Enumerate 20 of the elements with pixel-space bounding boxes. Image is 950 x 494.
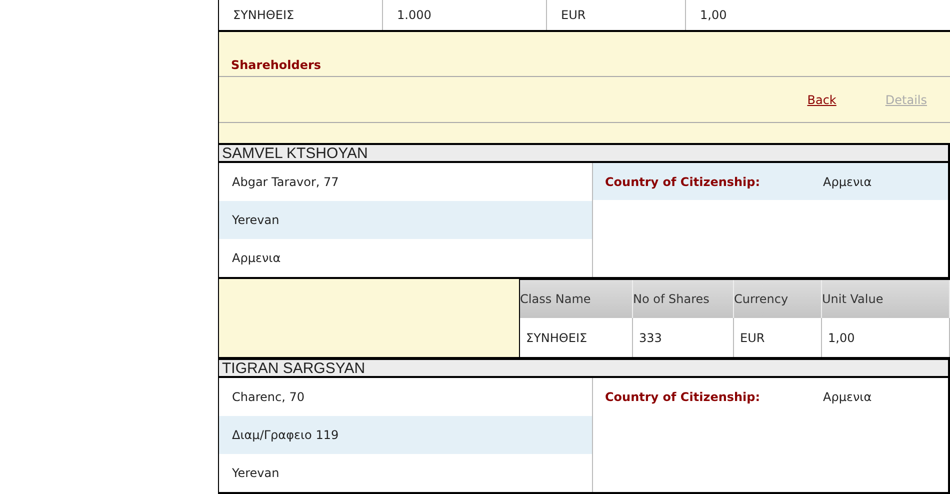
citizenship-value: Αρμενια [823, 174, 872, 188]
table-cell: 1,00 [822, 318, 950, 357]
shareholder-name: SAMVEL KTSHOYAN [219, 143, 950, 163]
citizenship-label: Country of Citizenship: [605, 174, 762, 188]
table-cell-text: 1,00 [699, 7, 728, 24]
column-header: Unit Value [822, 280, 950, 318]
citizenship-label: Country of Citizenship: [605, 390, 762, 404]
column-header: Currency [734, 280, 822, 318]
table-cell: EUR [547, 0, 686, 30]
table-cell: 1.000 [383, 0, 547, 30]
column-header: No of Shares [633, 280, 734, 318]
table-cell: ΣΥΝΗΘΕΙΣ [219, 0, 383, 30]
table-cell: ΣΥΝΗΘΕΙΣ [520, 318, 633, 357]
table-cell: 333 [633, 318, 734, 357]
section-title: Shareholders [231, 58, 322, 72]
shareholder-name: TIGRAN SARGSYAN [219, 358, 950, 378]
citizenship-value: Αρμενια [823, 390, 872, 404]
table-cell: EUR [734, 318, 822, 357]
column-header: Class Name [520, 280, 633, 318]
back-link[interactable]: Back [807, 92, 836, 106]
